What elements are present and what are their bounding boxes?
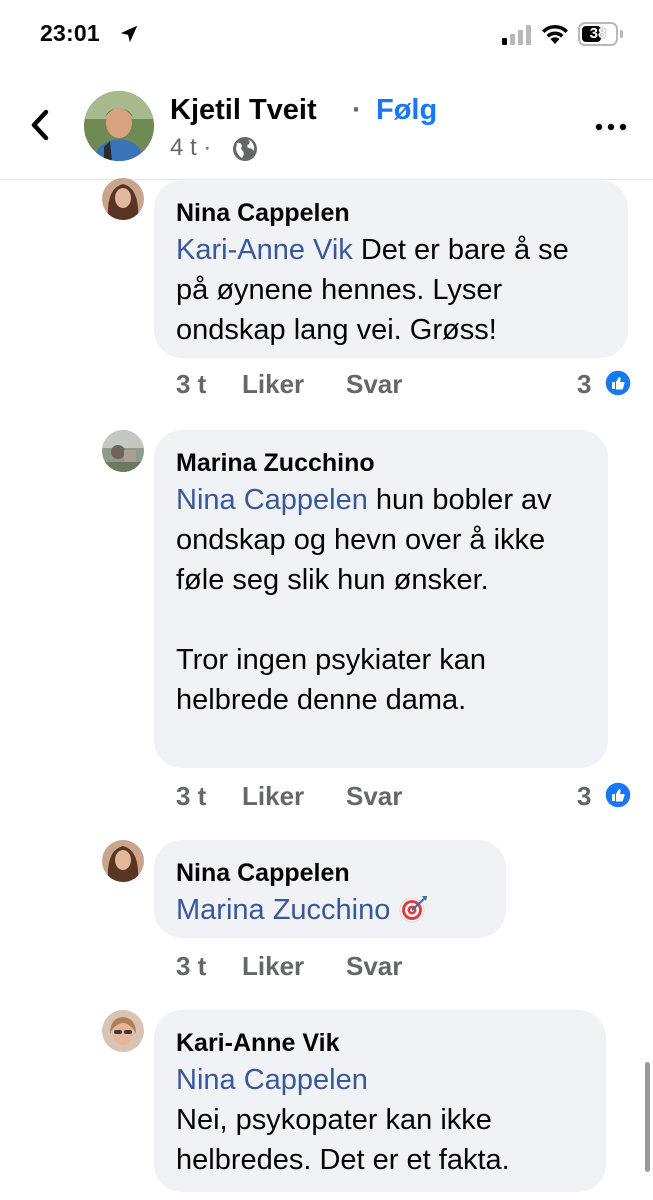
mention-link[interactable]: Nina Cappelen bbox=[176, 484, 368, 516]
commenter-photo bbox=[102, 1010, 144, 1052]
comment-bubble: Nina Cappelen Kari-Anne Vik Det er bare … bbox=[154, 180, 628, 358]
globe-icon bbox=[233, 137, 257, 161]
comment-text: Nina Cappelen hun bobler av ondskap og h… bbox=[176, 480, 586, 720]
commenter-photo bbox=[102, 178, 144, 220]
like-reaction-icon[interactable] bbox=[604, 781, 632, 809]
direct-hit-emoji-icon bbox=[399, 896, 428, 923]
comment-text: Kari-Anne Vik Det er bare å se på øynene… bbox=[176, 230, 606, 350]
like-button[interactable]: Liker bbox=[242, 781, 304, 812]
post-header: Kjetil Tveit · Følg 4 t · bbox=[0, 70, 653, 180]
cellular-signal-icon bbox=[502, 25, 531, 45]
battery-icon: 38 bbox=[578, 22, 618, 46]
commenter-photo bbox=[102, 430, 144, 472]
author-avatar[interactable] bbox=[84, 91, 154, 161]
commenter-avatar[interactable] bbox=[102, 1010, 144, 1052]
comment-text: Marina Zucchino bbox=[176, 890, 484, 930]
commenter-photo bbox=[102, 840, 144, 882]
mention-link[interactable]: Marina Zucchino bbox=[176, 894, 390, 926]
comment-body: hun bobler av ondskap og hevn over å ikk… bbox=[176, 484, 552, 716]
comment-bubble: Nina Cappelen Marina Zucchino bbox=[154, 840, 506, 938]
status-bar: 23:01 38 bbox=[0, 0, 653, 70]
back-button[interactable] bbox=[26, 108, 56, 142]
comment-author[interactable]: Nina Cappelen bbox=[176, 196, 606, 230]
reply-button[interactable]: Svar bbox=[346, 369, 402, 400]
comment-bubble: Kari-Anne Vik Nina Cappelen Nei, psykopa… bbox=[154, 1010, 606, 1192]
wifi-icon bbox=[542, 24, 568, 44]
comment-time: 3 t bbox=[176, 369, 207, 399]
author-name[interactable]: Kjetil Tveit bbox=[170, 94, 317, 127]
like-reaction-icon[interactable] bbox=[604, 369, 632, 397]
comment-author[interactable]: Marina Zucchino bbox=[176, 446, 586, 480]
post-time: 4 t · bbox=[170, 134, 212, 161]
battery-percentage: 38 bbox=[589, 25, 607, 42]
comment-actions: 3 t Liker Svar bbox=[176, 951, 616, 985]
comment-time: 3 t bbox=[176, 951, 207, 981]
reaction-count[interactable]: 3 bbox=[577, 369, 591, 400]
more-options-icon[interactable] bbox=[594, 122, 628, 132]
comment-author[interactable]: Kari-Anne Vik bbox=[176, 1026, 584, 1060]
battery-nub bbox=[620, 30, 623, 38]
like-button[interactable]: Liker bbox=[242, 369, 304, 400]
reply-button[interactable]: Svar bbox=[346, 951, 402, 982]
comment-actions: 3 t Liker Svar bbox=[176, 781, 616, 815]
location-arrow-icon bbox=[120, 25, 138, 43]
reply-button[interactable]: Svar bbox=[346, 781, 402, 812]
commenter-avatar[interactable] bbox=[102, 430, 144, 472]
mention-link[interactable]: Nina Cappelen bbox=[176, 1060, 584, 1100]
author-photo bbox=[84, 91, 154, 161]
comment-author[interactable]: Nina Cappelen bbox=[176, 856, 484, 890]
mention-link[interactable]: Kari-Anne Vik bbox=[176, 234, 353, 266]
comment-actions: 3 t Liker Svar bbox=[176, 369, 616, 403]
status-time: 23:01 bbox=[40, 20, 100, 46]
comment-bubble: Marina Zucchino Nina Cappelen hun bobler… bbox=[154, 430, 608, 768]
header-separator: · bbox=[352, 94, 362, 126]
reaction-count[interactable]: 3 bbox=[577, 781, 591, 812]
commenter-avatar[interactable] bbox=[102, 178, 144, 220]
commenter-avatar[interactable] bbox=[102, 840, 144, 882]
follow-button[interactable]: Følg bbox=[376, 94, 437, 127]
comment-time: 3 t bbox=[176, 781, 207, 811]
scrollbar[interactable] bbox=[645, 1062, 650, 1172]
comment-body: Nei, psykopater kan ikke helbredes. Det … bbox=[176, 1104, 510, 1176]
like-button[interactable]: Liker bbox=[242, 951, 304, 982]
